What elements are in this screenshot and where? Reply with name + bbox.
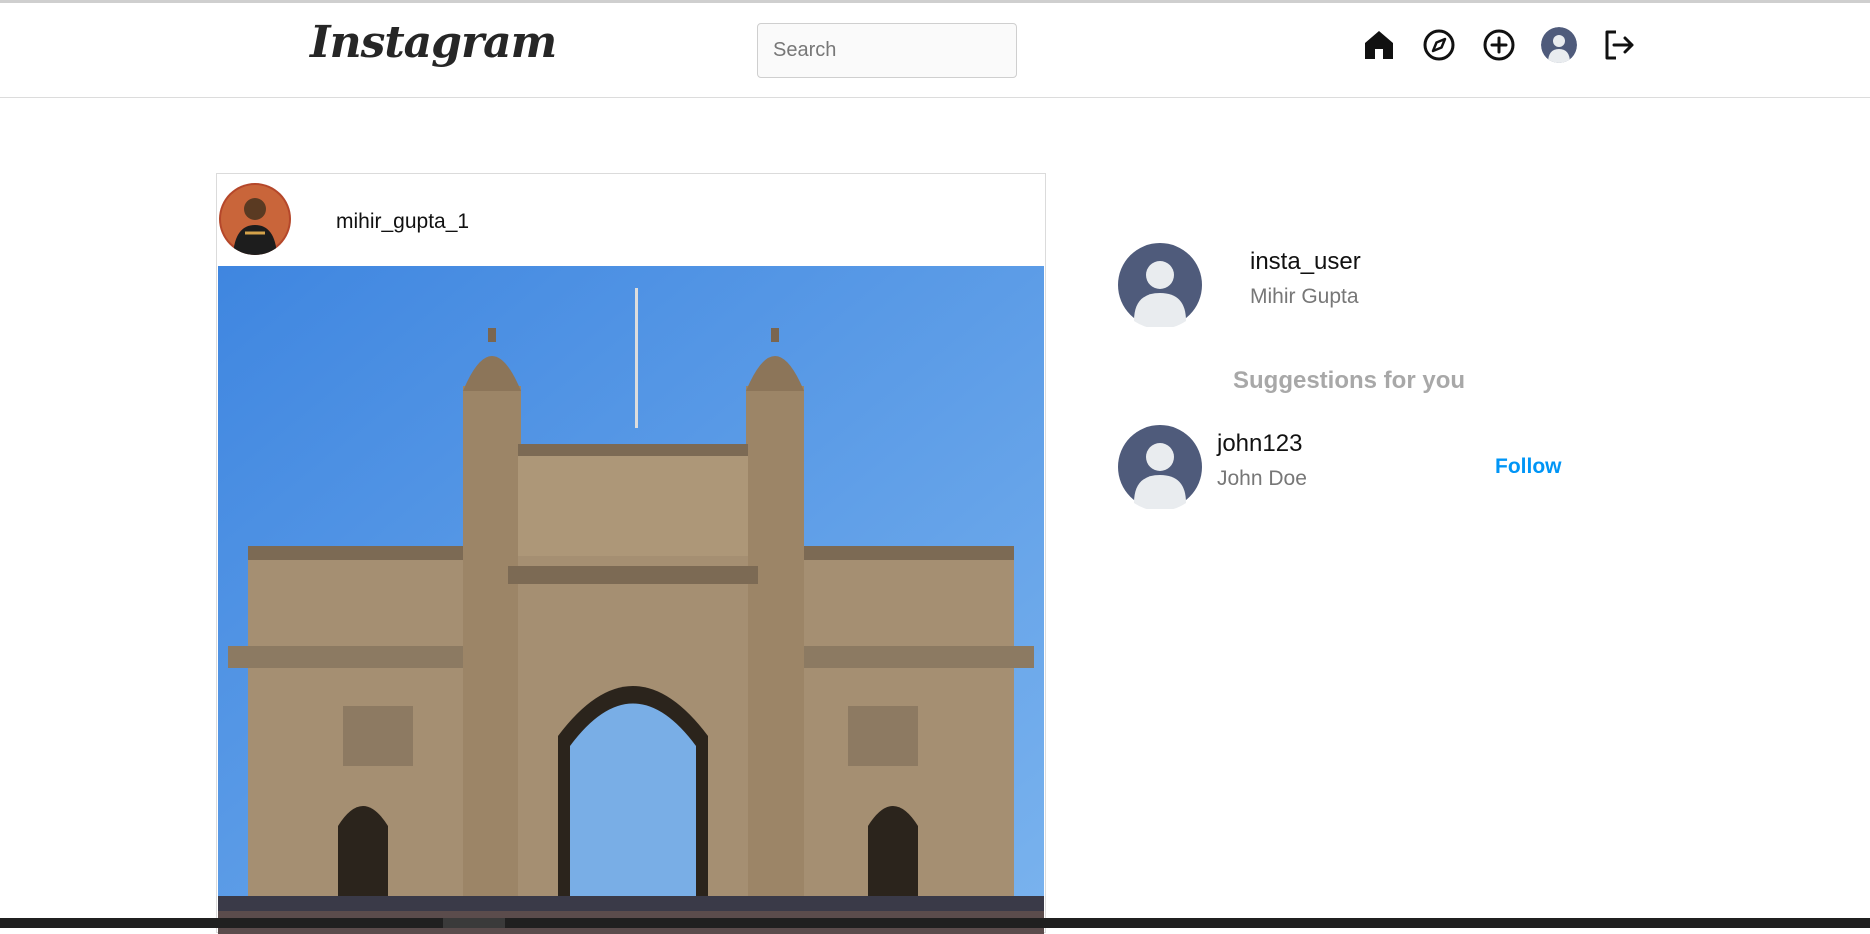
- explore-icon[interactable]: [1421, 27, 1457, 63]
- top-navbar: Instagram: [0, 3, 1870, 98]
- current-user-fullname: Mihir Gupta: [1250, 285, 1359, 308]
- feed-post: mihir_gupta_1: [216, 173, 1046, 934]
- current-user-username[interactable]: insta_user: [1250, 248, 1361, 276]
- home-icon[interactable]: [1361, 27, 1397, 63]
- search-input[interactable]: [757, 23, 1017, 78]
- suggestion-fullname: John Doe: [1217, 467, 1307, 490]
- os-taskbar: [0, 918, 1870, 928]
- add-post-icon[interactable]: [1481, 27, 1517, 63]
- logout-icon[interactable]: [1601, 27, 1637, 63]
- profile-avatar-icon[interactable]: [1541, 27, 1577, 63]
- instagram-logo[interactable]: Instagram: [310, 17, 557, 68]
- suggestion-avatar[interactable]: [1118, 425, 1202, 511]
- post-author-username[interactable]: mihir_gupta_1: [336, 210, 469, 234]
- post-author-avatar[interactable]: [219, 183, 291, 255]
- follow-button[interactable]: Follow: [1495, 455, 1562, 479]
- suggestions-title: Suggestions for you: [1233, 367, 1466, 394]
- taskbar-item[interactable]: [443, 918, 505, 928]
- suggestion-username[interactable]: john123: [1217, 430, 1302, 458]
- current-user-avatar[interactable]: [1118, 243, 1202, 329]
- post-image-gateway-of-india[interactable]: [218, 266, 1044, 934]
